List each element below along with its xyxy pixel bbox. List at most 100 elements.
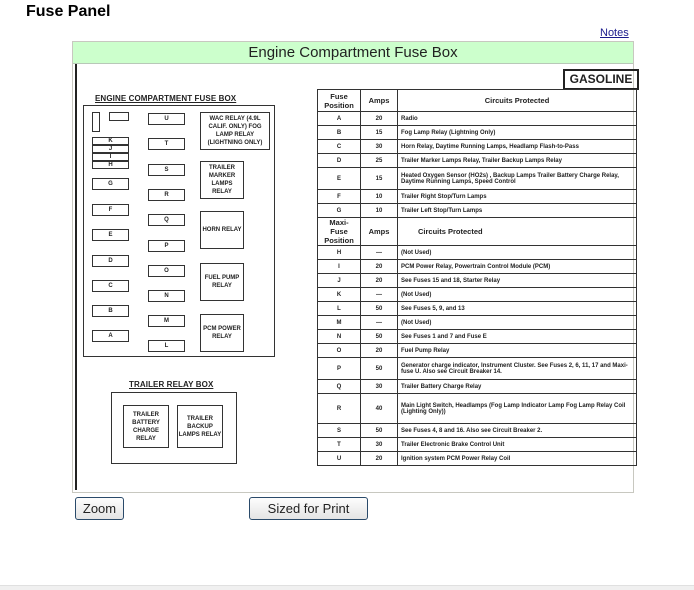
trailer-backup-lamps-relay: TRAILER BACKUP LAMPS RELAY (177, 405, 223, 448)
fuse-slot-r: R (148, 189, 185, 201)
fuse-slot-e: E (92, 229, 129, 241)
cell-amps: 20 (360, 273, 398, 288)
cell-circuits: PCM Power Relay, Powertrain Control Modu… (397, 259, 637, 274)
cell-pos: Q (317, 379, 361, 394)
table-row: O 20 Fuel Pump Relay (317, 343, 637, 358)
cell-pos: J (317, 273, 361, 288)
cell-amps: 25 (360, 153, 398, 168)
cell-pos: N (317, 329, 361, 344)
zoom-button[interactable]: Zoom (75, 497, 124, 520)
cell-amps: 50 (360, 423, 398, 438)
trailer-box-title: TRAILER RELAY BOX (129, 380, 214, 389)
cell-amps: 15 (360, 125, 398, 140)
cell-circuits: Fog Lamp Relay (Lightning Only) (397, 125, 637, 140)
table-row: H — (Not Used) (317, 245, 637, 260)
cell-amps: 20 (360, 259, 398, 274)
cell-pos: R (317, 393, 361, 424)
fuse-slot-c: C (92, 280, 129, 292)
cell-pos: L (317, 301, 361, 316)
cell-amps: — (360, 287, 398, 302)
cell-circuits: Fuel Pump Relay (397, 343, 637, 358)
cell-circuits: Generator charge indicator, Instrument C… (397, 357, 637, 380)
cell-amps: 30 (360, 437, 398, 452)
diagram-content: ENGINE COMPARTMENT FUSE BOX K J I H G F … (75, 64, 639, 490)
header-position: Maxi-Fuse Position (317, 217, 361, 246)
spare-fuse-vertical (92, 112, 100, 132)
fuse_table-header-row: Fuse Position Amps Circuits Protected (317, 89, 637, 112)
cell-pos: M (317, 315, 361, 330)
cell-circuits: Ignition system PCM Power Relay Coil (397, 451, 637, 466)
trailer-marker-lamps-relay: TRAILER MARKER LAMPS RELAY (200, 161, 244, 199)
table-row: E 15 Heated Oxygen Sensor (HO2s) , Backup … (317, 167, 637, 190)
header-circuits: Circuits Protected (397, 217, 637, 246)
cell-circuits: See Fuses 4, 8 and 16. Also see Circuit … (397, 423, 637, 438)
wac-fog-lamp-relay: WAC RELAY (4.9L CALIF. ONLY) FOG LAMP RE… (200, 112, 270, 150)
cell-amps: — (360, 315, 398, 330)
bottom-scroll-area (0, 585, 694, 590)
gasoline-badge: GASOLINE (563, 69, 639, 90)
table-row: B 15 Fog Lamp Relay (Lightning Only) (317, 125, 637, 140)
table-row: F 10 Trailer Right Stop/Turn Lamps (317, 189, 637, 204)
fuse-slot-t: T (148, 138, 185, 150)
pcm-power-relay: PCM POWER RELAY (200, 314, 244, 352)
cell-pos: C (317, 139, 361, 154)
cell-amps: — (360, 245, 398, 260)
table-row: M — (Not Used) (317, 315, 637, 330)
fuse-slot-k: K (92, 137, 129, 145)
spare-fuse-horizontal (109, 112, 129, 121)
fuse-slot-o: O (148, 265, 185, 277)
fuse-slot-h: H (92, 161, 129, 169)
table-row: D 25 Trailer Marker Lamps Relay, Trailer B… (317, 153, 637, 168)
cell-circuits: Horn Relay, Daytime Running Lamps, Headl… (397, 139, 637, 154)
table-row: Q 30 Trailer Battery Charge Relay (317, 379, 637, 394)
page-title: Fuse Panel (26, 3, 111, 20)
maxi_table-header-row: Maxi-Fuse Position Amps Circuits Protected (317, 217, 637, 246)
cell-circuits: See Fuses 1 and 7 and Fuse E (397, 329, 637, 344)
horn-relay: HORN RELAY (200, 211, 244, 249)
table-row: C 30 Horn Relay, Daytime Running Lamps, He… (317, 139, 637, 154)
cell-circuits: Main Light Switch, Headlamps (Fog Lamp I… (397, 393, 637, 424)
header-circuits: Circuits Protected (397, 89, 637, 112)
table-row: J 20 See Fuses 15 and 18, Starter Relay (317, 273, 637, 288)
cell-circuits: (Not Used) (397, 245, 637, 260)
fuse-slot-m: M (148, 315, 185, 327)
cell-amps: 20 (360, 451, 398, 466)
notes-link[interactable]: Notes (600, 27, 629, 39)
engine-box-title: ENGINE COMPARTMENT FUSE BOX (95, 94, 237, 103)
sized-for-print-button[interactable]: Sized for Print (249, 497, 368, 520)
fuse-slot-p: P (148, 240, 185, 252)
table-row: U 20 Ignition system PCM Power Relay Coil (317, 451, 637, 466)
cell-amps: 10 (360, 203, 398, 218)
cell-pos: D (317, 153, 361, 168)
frame-header: Engine Compartment Fuse Box (73, 42, 633, 64)
fuse-slot-j: J (92, 145, 129, 153)
cell-amps: 50 (360, 357, 398, 380)
fuse-slot-d: D (92, 255, 129, 267)
table-row: S 50 See Fuses 4, 8 and 16. Also see Circu… (317, 423, 637, 438)
fuse-slot-f: F (92, 204, 129, 216)
cell-pos: A (317, 111, 361, 126)
cell-pos: F (317, 189, 361, 204)
table-row: R 40 Main Light Switch, Headlamps (Fog Lam… (317, 393, 637, 424)
cell-amps: 15 (360, 167, 398, 190)
cell-circuits: See Fuses 15 and 18, Starter Relay (397, 273, 637, 288)
cell-pos: S (317, 423, 361, 438)
table-row: A 20 Radio (317, 111, 637, 126)
cell-pos: T (317, 437, 361, 452)
fuse-slot-l: L (148, 340, 185, 352)
cell-amps: 20 (360, 343, 398, 358)
trailer-battery-charge-relay: TRAILER BATTERY CHARGE RELAY (123, 405, 169, 448)
table-row: L 50 See Fuses 5, 9, and 13 (317, 301, 637, 316)
fuse-slot-u: U (148, 113, 185, 125)
table-row: K — (Not Used) (317, 287, 637, 302)
cell-amps: 20 (360, 111, 398, 126)
fuse-slot-a: A (92, 330, 129, 342)
cell-circuits: See Fuses 5, 9, and 13 (397, 301, 637, 316)
table-row: I 20 PCM Power Relay, Powertrain Control M… (317, 259, 637, 274)
cell-pos: P (317, 357, 361, 380)
table-row: G 10 Trailer Left Stop/Turn Lamps (317, 203, 637, 218)
cell-circuits: Trailer Left Stop/Turn Lamps (397, 203, 637, 218)
cell-pos: H (317, 245, 361, 260)
cell-amps: 50 (360, 329, 398, 344)
cell-pos: U (317, 451, 361, 466)
